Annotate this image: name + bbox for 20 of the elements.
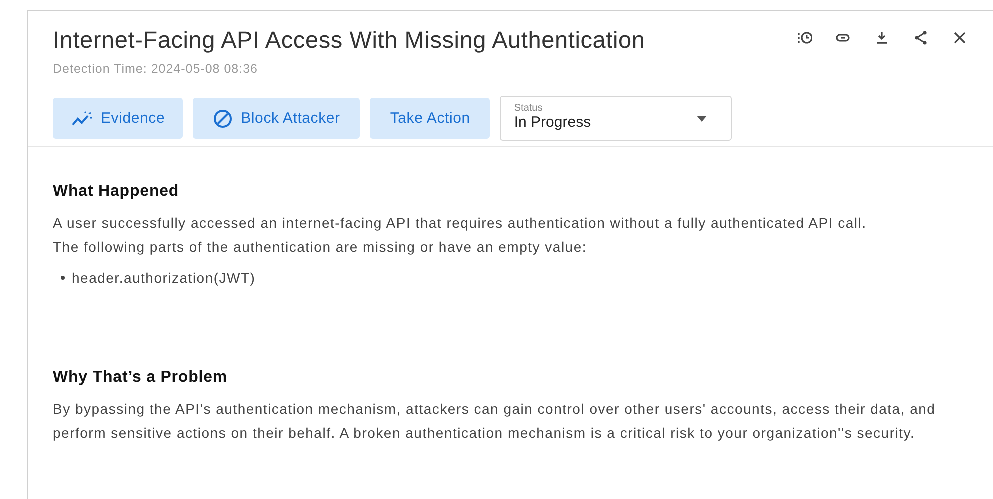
action-button[interactable]: Take Action	[370, 98, 490, 139]
block-icon	[213, 108, 234, 128]
block-button[interactable]: Block Attacker	[193, 98, 360, 139]
share-button[interactable]	[912, 28, 930, 46]
alert-title: Internet-Facing API Access With Missing Authentication	[53, 27, 646, 54]
section-heading: What Happened	[53, 183, 180, 201]
history-icon	[796, 30, 812, 46]
close-icon	[952, 30, 968, 46]
bullet-text: header.authorization(JWT)	[72, 270, 256, 286]
download-icon	[874, 30, 890, 46]
paragraph: A user successfully accessed an internet-facing API that requires authentication without a fully authenticated API call. The following parts of the authentication are missing or have an empty value:	[53, 214, 868, 257]
detection-time: Detection Time: 2024-05-08 08:36	[53, 62, 260, 76]
status-dropdown[interactable]: Status In Progress	[500, 96, 732, 141]
trend-icon	[71, 110, 93, 126]
bullet-icon	[61, 276, 65, 280]
paragraph: By bypassing the API's authentication mechanism, attackers can gain control over other users' accounts, access their data, and perform sensitive actions on their behalf. A broken authentication mechanism is a critical risk to your organization''s security.	[53, 400, 937, 443]
evidence-button[interactable]: Evidence	[53, 98, 184, 139]
share-icon	[913, 30, 929, 46]
caret-icon	[697, 116, 708, 122]
section-heading: Why That’s a Problem	[53, 369, 229, 387]
